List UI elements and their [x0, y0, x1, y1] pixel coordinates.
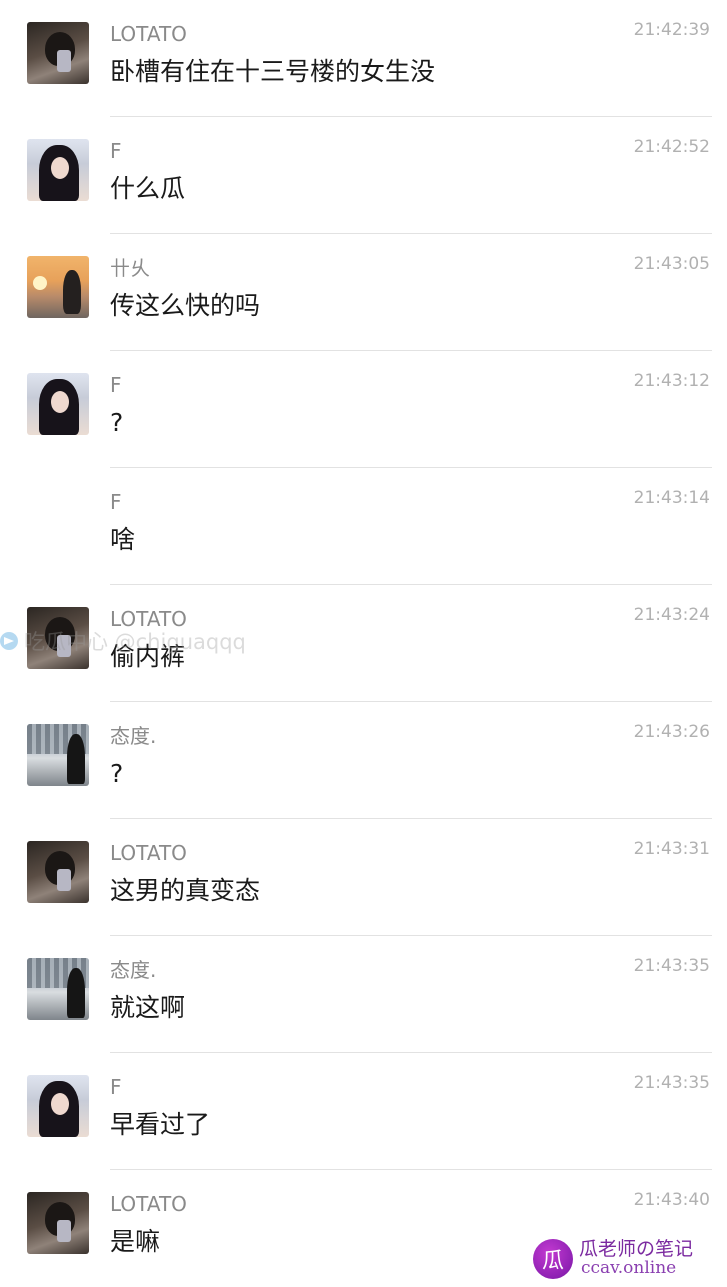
list-item[interactable]: 卄乆 21:43:05 传这么快的吗	[0, 234, 727, 351]
message-time: 21:43:35	[633, 1073, 710, 1093]
message-time: 21:43:40	[633, 1190, 710, 1210]
watermark: 吃瓜中心 @chiguaqqq	[0, 628, 246, 654]
list-item[interactable]: F 21:42:52 什么瓜	[0, 117, 727, 234]
message-text: 这男的真变态	[110, 876, 261, 905]
message-time: 21:43:05	[633, 254, 710, 274]
sender-name: F	[110, 490, 122, 514]
list-item[interactable]: LOTATO 21:43:31 这男的真变态	[0, 819, 727, 936]
avatar[interactable]	[27, 1075, 89, 1137]
sender-name: 态度.	[110, 958, 157, 982]
avatar[interactable]	[27, 841, 89, 903]
message-text: ?	[110, 408, 124, 437]
message-time: 21:43:12	[633, 371, 710, 391]
message-time: 21:42:39	[633, 20, 710, 40]
avatar[interactable]	[27, 373, 89, 435]
logo-subtitle: ccav.online	[581, 1258, 677, 1278]
logo-title: 瓜老师の笔记	[579, 1238, 694, 1260]
sender-name: LOTATO	[110, 841, 187, 865]
sender-name: LOTATO	[110, 22, 187, 46]
message-time: 21:43:24	[633, 605, 710, 625]
list-item[interactable]: 态度. 21:43:26 ?	[0, 702, 727, 819]
avatar[interactable]	[27, 22, 89, 84]
list-item[interactable]: F 21:43:12 ?	[0, 351, 727, 468]
list-item[interactable]: F 21:43:35 早看过了	[0, 1053, 727, 1170]
logo-text: 瓜老师の笔记 ccav.online	[579, 1238, 719, 1280]
message-text: 早看过了	[110, 1110, 211, 1139]
message-text: 啥	[110, 525, 136, 554]
message-time: 21:43:31	[633, 839, 710, 859]
message-time: 21:42:52	[633, 137, 710, 157]
sender-name: F	[110, 1075, 122, 1099]
avatar[interactable]	[27, 1192, 89, 1254]
logo-badge: 瓜	[533, 1239, 573, 1279]
message-time: 21:43:26	[633, 722, 710, 742]
message-text: 卧槽有住在十三号楼的女生没	[110, 57, 436, 86]
avatar[interactable]	[27, 724, 89, 786]
message-text: 传这么快的吗	[110, 291, 261, 320]
list-item[interactable]: LOTATO 21:42:39 卧槽有住在十三号楼的女生没	[0, 0, 727, 117]
sender-name: 卄乆	[110, 256, 150, 280]
avatar[interactable]	[27, 958, 89, 1020]
telegram-icon	[0, 632, 18, 650]
site-logo: 瓜 瓜老师の笔记 ccav.online	[533, 1238, 727, 1280]
message-text: ?	[110, 759, 124, 788]
sender-name: LOTATO	[110, 1192, 187, 1216]
watermark-text: 吃瓜中心 @chiguaqqq	[24, 630, 246, 654]
avatar[interactable]	[27, 139, 89, 201]
message-time: 21:43:14	[633, 488, 710, 508]
list-item[interactable]: F 21:43:14 啥	[0, 468, 727, 585]
message-time: 21:43:35	[633, 956, 710, 976]
sender-name: F	[110, 139, 122, 163]
message-text: 是嘛	[110, 1227, 161, 1256]
sender-name: 态度.	[110, 724, 157, 748]
message-text: 就这啊	[110, 993, 186, 1022]
list-item[interactable]: 态度. 21:43:35 就这啊	[0, 936, 727, 1053]
message-text: 什么瓜	[110, 174, 186, 203]
avatar[interactable]	[27, 256, 89, 318]
sender-name: F	[110, 373, 122, 397]
